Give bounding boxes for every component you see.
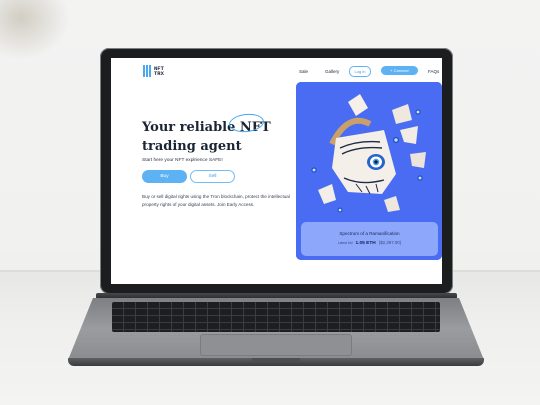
logo-grid-icon: [143, 65, 152, 77]
sell-button[interactable]: Sell: [190, 170, 235, 183]
logo-text: NFT TRX: [154, 64, 164, 77]
hero-title-part2: trading agent: [142, 139, 242, 154]
price-eth: 1.05 ETH: [355, 241, 376, 246]
laptop-keyboard: [112, 302, 440, 332]
nft-price-row: Latest bid 1.05 ETH ($2,297.00): [301, 240, 438, 246]
hero-title: Your reliable NFT trading agent: [142, 118, 302, 156]
buy-button[interactable]: Buy: [142, 170, 187, 183]
nav-link-sale[interactable]: Sale: [299, 69, 308, 74]
nft-title: Spectrum of a Ramanification: [339, 231, 400, 236]
hero-description: Buy or sell digital rights using the Tro…: [142, 194, 290, 207]
site-header: NFT TRX Sale Gallery Log in + Connect FAQ…: [111, 58, 442, 84]
background-plant: [0, 0, 70, 60]
nft-card[interactable]: Spectrum of a Ramanification Latest bid …: [296, 82, 442, 260]
hero-title-part1: Your reliable: [142, 120, 240, 135]
laptop-notch: [252, 358, 300, 362]
latest-bid-label: Latest bid: [337, 241, 353, 245]
nav-link-faqs[interactable]: FAQs: [428, 69, 439, 74]
nft-info-panel: Spectrum of a Ramanification Latest bid …: [301, 222, 438, 256]
login-button[interactable]: Log in: [349, 66, 371, 77]
price-usd: ($2,297.00): [378, 240, 402, 245]
laptop-screen: NFT TRX Sale Gallery Log in + Connect FAQ…: [111, 58, 442, 284]
site-logo[interactable]: NFT TRX: [143, 65, 164, 77]
laptop-trackpad: [200, 334, 352, 356]
connect-wallet-button[interactable]: + Connect: [381, 66, 418, 75]
nav-link-gallery[interactable]: Gallery: [325, 69, 339, 74]
hero-tagline: Start here your NFT explrience SAFE!: [142, 158, 223, 163]
